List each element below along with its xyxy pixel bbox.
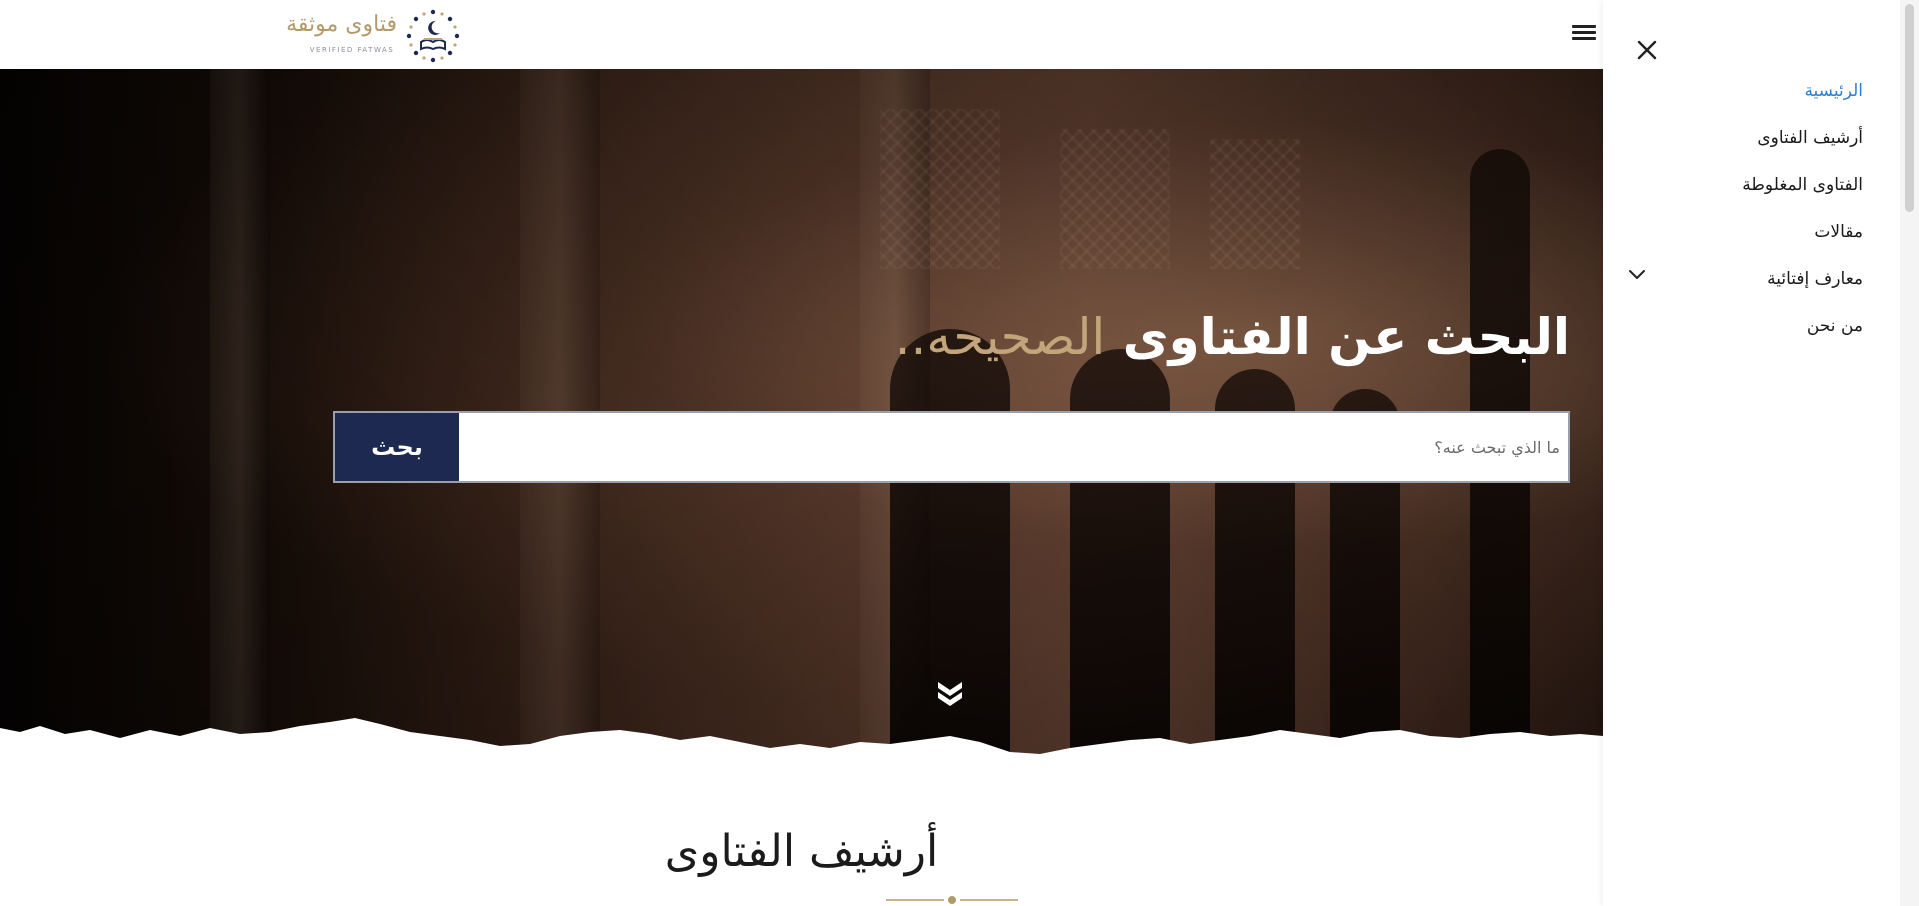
- nav-item-incorrect-fatwas[interactable]: الفتاوى المغلوطة: [1742, 166, 1863, 213]
- chevron-down-icon[interactable]: [1627, 265, 1647, 285]
- section-title: أرشيف الفتاوى: [664, 826, 939, 877]
- drawer-nav-list: الرئيسية أرشيف الفتاوى الفتاوى المغلوطة …: [1742, 72, 1863, 354]
- top-bar: فتاوى موثقة VERIFIED FATWAS: [0, 0, 1603, 69]
- nav-item-home[interactable]: الرئيسية: [1742, 72, 1863, 119]
- logo-emblem-icon: [406, 9, 460, 63]
- nav-item-about-us[interactable]: من نحن: [1742, 307, 1863, 354]
- nav-item-fatwa-knowledge[interactable]: معارف إفتائية: [1742, 260, 1863, 307]
- logo-text: فتاوى موثقة: [286, 12, 397, 37]
- logo-subtitle: VERIFIED FATWAS: [309, 46, 395, 54]
- site-logo[interactable]: فتاوى موثقة VERIFIED FATWAS: [286, 6, 470, 63]
- close-icon[interactable]: [1635, 38, 1659, 62]
- title-divider-ornament: [886, 896, 1018, 904]
- nav-item-fatwa-archive[interactable]: أرشيف الفتاوى: [1742, 119, 1863, 166]
- scrollbar-thumb[interactable]: [1905, 4, 1914, 212]
- hero-title-accent: الصحيحه..: [894, 308, 1106, 366]
- hero-title: البحث عن الفتاوى الصحيحه..: [895, 302, 1570, 372]
- torn-paper-divider: [0, 718, 1603, 780]
- hero-title-main: البحث عن الفتاوى: [1122, 308, 1570, 366]
- nav-item-articles[interactable]: مقالات: [1742, 213, 1863, 260]
- main-page: فتاوى موثقة VERIFIED FATWAS البحث عن الف…: [0, 0, 1603, 906]
- search-input[interactable]: [458, 413, 1568, 481]
- side-navigation-drawer: الرئيسية أرشيف الفتاوى الفتاوى المغلوطة …: [1603, 0, 1900, 906]
- hamburger-menu-icon[interactable]: [1572, 22, 1596, 44]
- search-bar: بحث: [333, 411, 1570, 483]
- search-button[interactable]: بحث: [335, 413, 459, 481]
- page-scrollbar[interactable]: [1900, 0, 1919, 906]
